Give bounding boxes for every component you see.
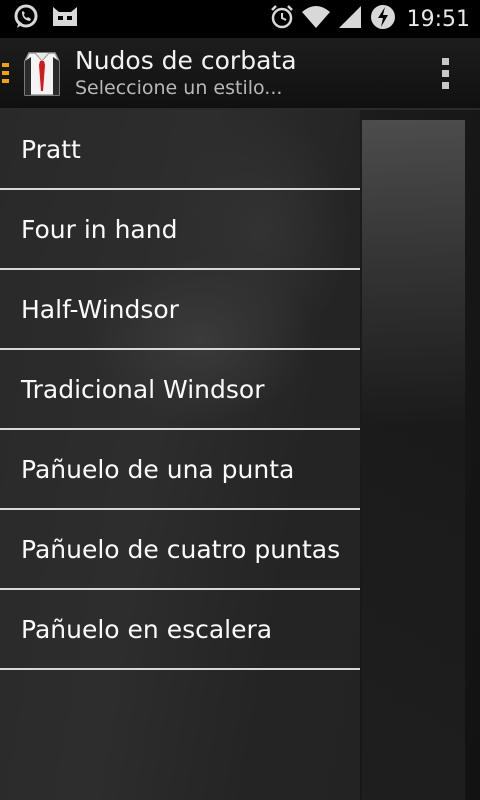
status-clock: 19:51 (406, 6, 470, 32)
status-bar: 19:51 (0, 0, 480, 38)
overflow-menu-icon[interactable] (440, 57, 450, 89)
background-photo-strip (362, 120, 465, 800)
navigation-drawer: Pratt Four in hand Half-Windsor Tradicio… (0, 110, 360, 800)
battery-charging-icon (369, 3, 397, 35)
action-bar: Nudos de corbata Seleccione un estilo... (0, 38, 480, 110)
knot-style-list: Pratt Four in hand Half-Windsor Tradicio… (0, 110, 360, 670)
list-item[interactable]: Pañuelo de cuatro puntas (0, 510, 360, 590)
app-logo-icon[interactable] (21, 47, 63, 99)
list-item[interactable]: Four in hand (0, 190, 360, 270)
list-item[interactable]: Tradicional Windsor (0, 350, 360, 430)
list-item[interactable]: Half-Windsor (0, 270, 360, 350)
list-item[interactable]: Pañuelo de una punta (0, 430, 360, 510)
wifi-icon (301, 4, 331, 34)
app-title: Nudos de corbata (75, 46, 297, 75)
cyanogen-icon (50, 4, 80, 34)
list-item[interactable]: Pañuelo en escalera (0, 590, 360, 670)
list-item[interactable]: Pratt (0, 110, 360, 190)
drawer-indicator-icon[interactable] (2, 63, 9, 83)
alarm-icon (269, 4, 295, 34)
whatsapp-icon (12, 3, 40, 35)
signal-icon (337, 4, 363, 34)
app-subtitle: Seleccione un estilo... (75, 77, 283, 99)
